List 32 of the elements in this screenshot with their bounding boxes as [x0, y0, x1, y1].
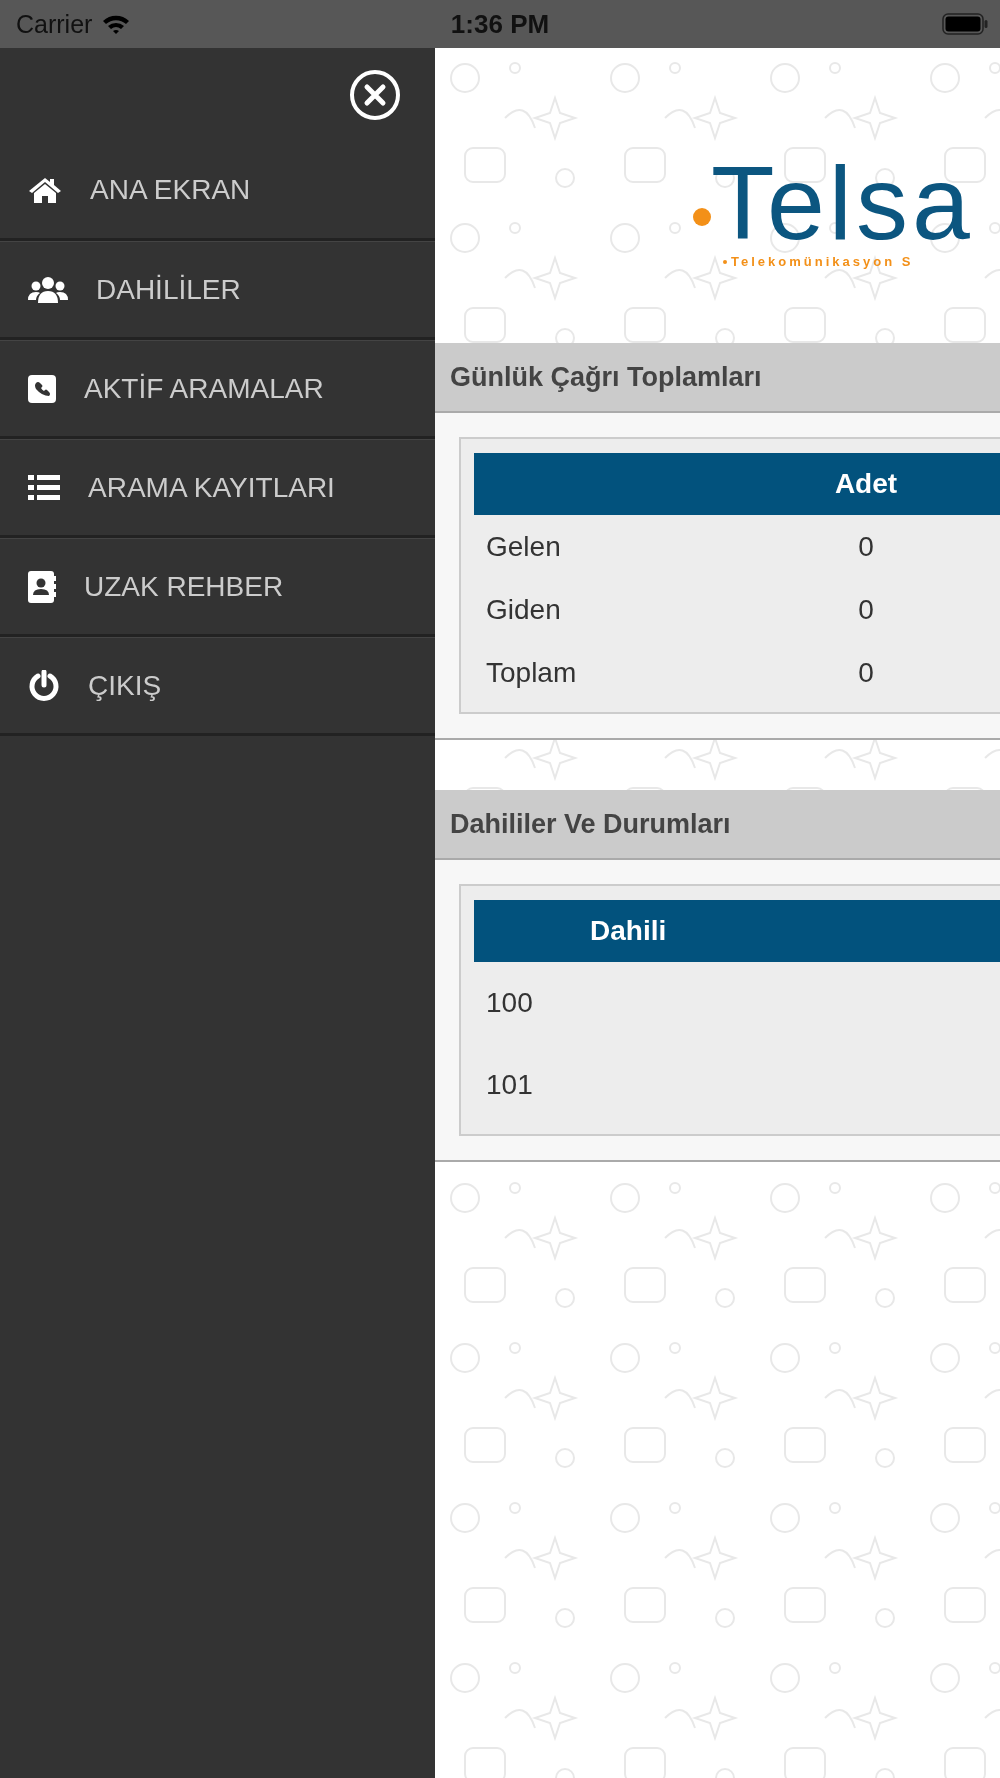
- table-cell-text: Giden: [485, 593, 562, 626]
- carrier-name: Carrier: [16, 9, 93, 39]
- close-icon: [349, 69, 401, 121]
- clock-time: 1:36 PM: [450, 8, 550, 40]
- menu-item[interactable]: ARAMA KAYITLARI: [0, 439, 435, 538]
- battery-icon: [942, 13, 988, 35]
- table-cell-text: 101: [485, 1069, 534, 1101]
- power-icon: [28, 669, 60, 702]
- table-cell-text: 100: [485, 987, 534, 1019]
- logo-tagline: Telekomünikasyon S: [731, 254, 914, 269]
- column-heading: Dahili: [589, 915, 667, 947]
- address-book-icon: [28, 570, 56, 603]
- list-icon: [28, 474, 60, 501]
- table-cell-text: 0: [857, 593, 875, 626]
- table-cell-text: Toplam: [485, 656, 578, 689]
- tagline-mark-icon: [723, 259, 727, 264]
- section-title: Dahililer Ve Durumları: [450, 808, 731, 840]
- phone-icon: [28, 374, 56, 403]
- table-cell-text: Gelen: [485, 530, 562, 563]
- menu-item[interactable]: UZAK REHBER: [0, 538, 435, 637]
- section-title: Günlük Çağrı Toplamları: [450, 361, 762, 393]
- menu-item[interactable]: AKTİF ARAMALAR: [0, 340, 435, 439]
- column-heading: Adet: [833, 468, 899, 500]
- logo-wordmark: Telsa: [711, 158, 974, 248]
- close-button[interactable]: [349, 69, 401, 121]
- home-icon: [28, 176, 62, 204]
- menu-item[interactable]: ÇIKIŞ: [0, 637, 435, 736]
- wifi-icon: [102, 13, 131, 35]
- table-cell-text: 0: [857, 530, 875, 563]
- menu-item[interactable]: DAHİLİLER: [0, 241, 435, 340]
- table-cell-text: 0: [857, 656, 875, 689]
- users-icon: [28, 275, 68, 304]
